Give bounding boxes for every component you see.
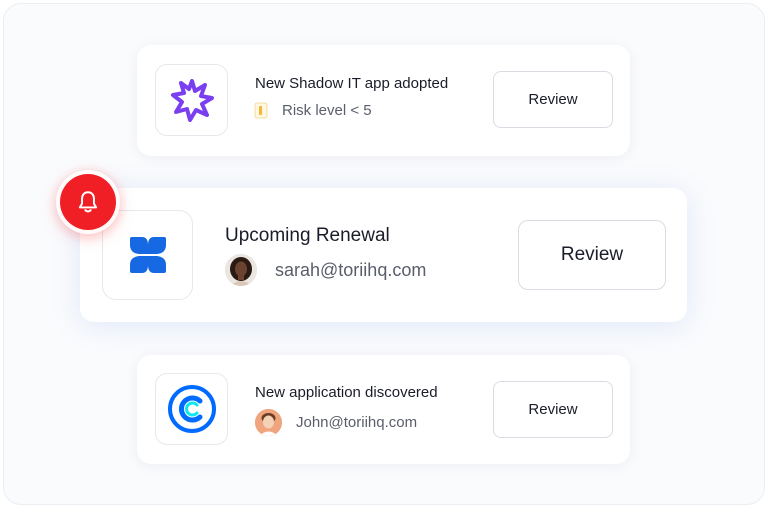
blue-butterfly-icon	[129, 237, 166, 273]
bell-icon	[78, 191, 98, 213]
risk-level-text: Risk level < 5	[282, 102, 372, 119]
notification-card-renewal: Upcoming Renewal sarah@toriihq.com Revie…	[80, 188, 687, 322]
purple-starburst-icon	[170, 79, 214, 122]
review-button[interactable]: Review	[493, 381, 613, 438]
user-email: John@toriihq.com	[296, 414, 418, 431]
app-tile	[155, 373, 228, 445]
notification-detail: sarah@toriihq.com	[225, 254, 426, 286]
notification-title: New application discovered	[255, 384, 438, 401]
calendly-c-icon	[167, 385, 216, 433]
user-email: sarah@toriihq.com	[275, 259, 427, 280]
review-button[interactable]: Review	[518, 220, 666, 290]
notification-detail: John@toriihq.com	[255, 409, 417, 436]
app-tile	[155, 64, 228, 136]
notification-card-new-app: New application discovered John@toriihq.…	[137, 355, 630, 464]
notification-card-shadow-it: New Shadow IT app adopted Risk level < 5…	[137, 45, 630, 156]
notification-title: New Shadow IT app adopted	[255, 75, 449, 92]
notification-title: Upcoming Renewal	[225, 225, 390, 246]
review-button[interactable]: Review	[493, 71, 613, 128]
notification-detail: Risk level < 5	[254, 102, 372, 119]
alert-badge	[60, 174, 116, 230]
avatar	[255, 409, 282, 436]
avatar	[225, 254, 257, 286]
flag-icon	[254, 102, 268, 119]
